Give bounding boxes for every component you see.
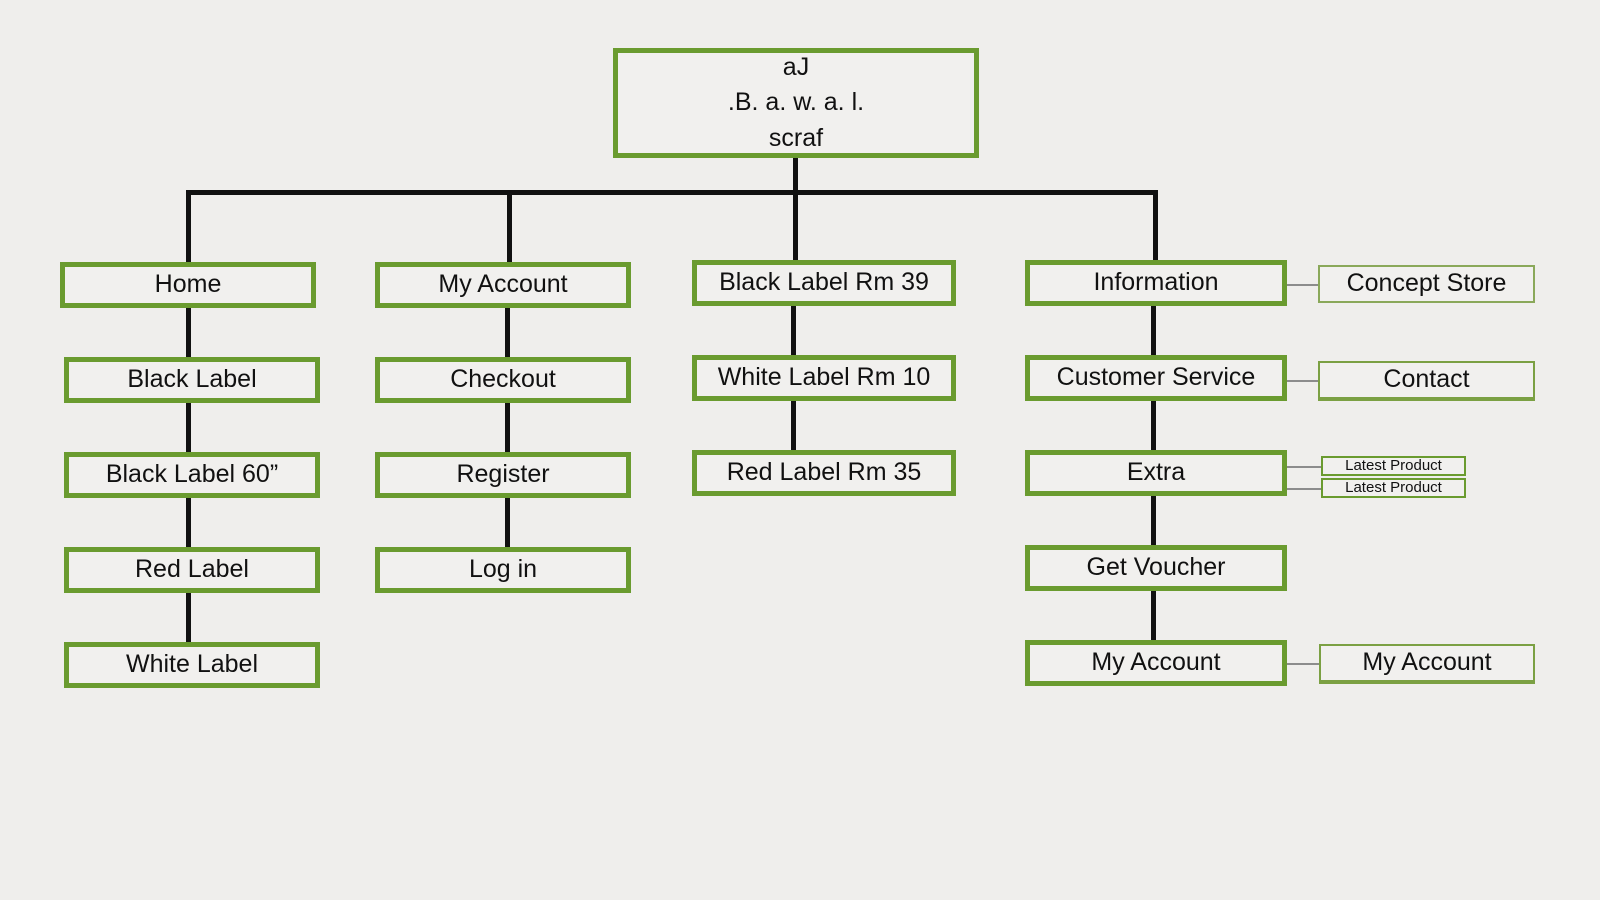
root-stem-connector	[793, 156, 798, 194]
node-register-label: Register	[456, 460, 550, 489]
root-line-2: .B. a. w. a. l.	[727, 88, 865, 117]
node-red-label-rm35-label: Red Label Rm 35	[726, 458, 922, 487]
node-black-label[interactable]: Black Label	[64, 357, 320, 403]
connector-extra-to-latest-product-2	[1287, 488, 1321, 490]
node-contact[interactable]: Contact	[1318, 361, 1535, 401]
node-contact-label: Contact	[1383, 365, 1470, 394]
connector-extra-to-latest-product-1	[1287, 466, 1321, 468]
bus-drop-my-account	[507, 190, 512, 262]
node-latest-product-2[interactable]: Latest Product	[1321, 478, 1466, 498]
node-latest-product-1-label: Latest Product	[1345, 457, 1442, 475]
node-customer-service-label: Customer Service	[1056, 363, 1256, 392]
root-line-3: scraf	[768, 123, 824, 152]
node-my-account-leaf[interactable]: My Account	[1319, 644, 1535, 684]
node-my-account-info[interactable]: My Account	[1025, 640, 1287, 686]
node-latest-product-2-label: Latest Product	[1345, 479, 1442, 497]
node-log-in[interactable]: Log in	[375, 547, 631, 593]
node-black-label-rm39-label: Black Label Rm 39	[719, 268, 929, 297]
connector-get-voucher-to-my-account	[1151, 589, 1156, 645]
node-checkout-label: Checkout	[450, 365, 556, 394]
connector-black39-to-white10	[791, 304, 796, 360]
node-register[interactable]: Register	[375, 452, 631, 498]
node-white-label[interactable]: White Label	[64, 642, 320, 688]
node-extra[interactable]: Extra	[1025, 450, 1287, 496]
bus-drop-black-label	[793, 190, 798, 260]
node-black-label-rm39[interactable]: Black Label Rm 39	[692, 260, 956, 306]
node-my-account-leaf-label: My Account	[1362, 648, 1492, 677]
node-latest-product-1[interactable]: Latest Product	[1321, 456, 1466, 476]
node-information-label: Information	[1093, 268, 1219, 297]
node-my-account[interactable]: My Account	[375, 262, 631, 308]
root-node[interactable]: aJ .B. a. w. a. l. scraf	[613, 48, 979, 158]
connector-register-to-login	[505, 496, 510, 552]
node-home[interactable]: Home	[60, 262, 316, 308]
node-home-label: Home	[154, 270, 222, 299]
connector-extra-to-get-voucher	[1151, 494, 1156, 550]
connector-my-account-to-checkout	[505, 306, 510, 362]
node-get-voucher[interactable]: Get Voucher	[1025, 545, 1287, 591]
bus-drop-information	[1153, 190, 1158, 260]
connector-information-to-customer-service	[1151, 304, 1156, 360]
bus-drop-home	[186, 190, 191, 262]
connector-black-label-to-60	[186, 401, 191, 457]
node-my-account-label: My Account	[438, 270, 568, 299]
node-customer-service[interactable]: Customer Service	[1025, 355, 1287, 401]
node-log-in-label: Log in	[468, 555, 538, 584]
node-red-label-label: Red Label	[135, 555, 249, 584]
node-black-label-60-label: Black Label 60”	[105, 460, 279, 489]
node-white-label-label: White Label	[125, 650, 259, 679]
sitemap-diagram: aJ .B. a. w. a. l. scraf Home Black Labe…	[0, 0, 1600, 900]
node-red-label[interactable]: Red Label	[64, 547, 320, 593]
connector-customer-service-to-extra	[1151, 399, 1156, 455]
node-extra-label: Extra	[1126, 458, 1186, 487]
connector-red-label-to-white-label	[186, 591, 191, 647]
node-black-label-label: Black Label	[127, 365, 257, 394]
node-white-label-rm10[interactable]: White Label Rm 10	[692, 355, 956, 401]
connector-customer-service-to-contact	[1287, 380, 1318, 382]
node-black-label-60[interactable]: Black Label 60”	[64, 452, 320, 498]
node-checkout[interactable]: Checkout	[375, 357, 631, 403]
node-get-voucher-label: Get Voucher	[1086, 553, 1226, 582]
node-red-label-rm35[interactable]: Red Label Rm 35	[692, 450, 956, 496]
node-concept-store-label: Concept Store	[1346, 269, 1507, 298]
node-concept-store[interactable]: Concept Store	[1318, 265, 1535, 303]
connector-60-to-red-label	[186, 496, 191, 552]
connector-my-account-to-my-account-leaf	[1287, 663, 1319, 665]
node-information[interactable]: Information	[1025, 260, 1287, 306]
connector-white10-to-red35	[791, 399, 796, 455]
horizontal-bus-connector	[186, 190, 1158, 195]
root-line-1: aJ	[782, 52, 810, 81]
node-white-label-rm10-label: White Label Rm 10	[717, 363, 931, 392]
connector-information-to-concept-store	[1287, 284, 1318, 286]
connector-home-to-black-label	[186, 306, 191, 362]
connector-checkout-to-register	[505, 401, 510, 457]
node-my-account-info-label: My Account	[1091, 648, 1221, 677]
